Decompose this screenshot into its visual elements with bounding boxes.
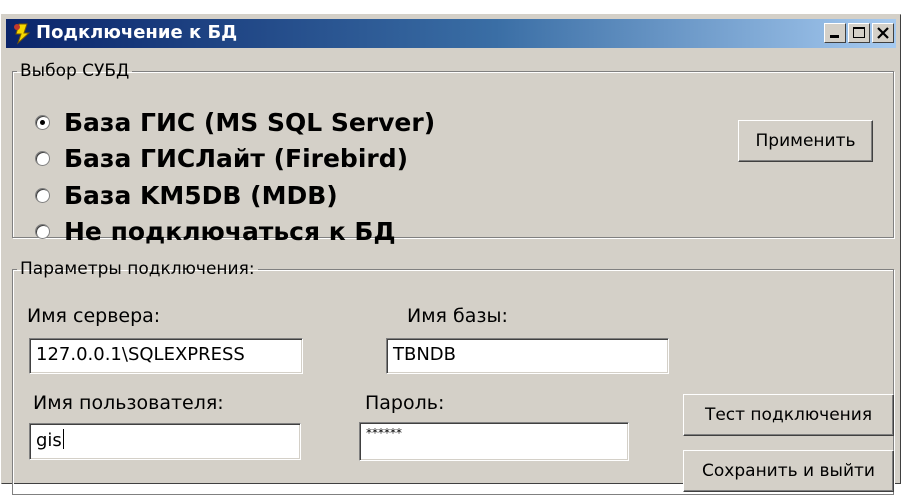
text-caret — [62, 429, 64, 449]
maximize-button[interactable] — [848, 23, 870, 43]
minimize-icon — [830, 35, 839, 38]
username-label: Имя пользователя: — [33, 392, 224, 414]
connection-params-legend: Параметры подключения: — [20, 259, 255, 279]
radio-option-no-connection[interactable]: Не подключаться к БД — [35, 214, 396, 248]
password-value: ****** — [366, 426, 402, 440]
maximize-icon — [853, 27, 865, 38]
radio-button[interactable] — [35, 187, 50, 203]
radio-button[interactable] — [35, 223, 50, 239]
radio-label: База ГИС (MS SQL Server) — [64, 107, 436, 137]
server-name-value: 127.0.0.1\SQLEXPRESS — [36, 344, 245, 365]
username-field[interactable]: gis — [29, 423, 301, 460]
radio-label: Не подключаться к БД — [64, 216, 396, 246]
apply-button[interactable]: Применить — [738, 120, 873, 162]
server-name-label: Имя сервера: — [27, 305, 161, 327]
database-name-value: TBNDB — [393, 344, 457, 365]
dbms-group: Выбор СУБД База ГИС (MS SQL Server) База… — [12, 61, 894, 246]
db-connection-icon — [11, 21, 35, 45]
password-label: Пароль: — [365, 392, 445, 414]
radio-option-km5db-mdb[interactable]: База KM5DB (MDB) — [35, 178, 338, 212]
database-name-field[interactable]: TBNDB — [386, 338, 669, 374]
radio-button[interactable] — [35, 114, 50, 130]
radio-button[interactable] — [35, 150, 50, 166]
test-connection-button[interactable]: Тест подключения — [683, 394, 894, 436]
radio-option-gislite-firebird[interactable]: База ГИСЛайт (Firebird) — [35, 141, 408, 175]
radio-label: База KM5DB (MDB) — [64, 180, 338, 210]
server-name-field[interactable]: 127.0.0.1\SQLEXPRESS — [29, 338, 303, 374]
title-bar[interactable]: Подключение к БД — [6, 19, 896, 48]
radio-option-gis-mssql[interactable]: База ГИС (MS SQL Server) — [35, 105, 435, 139]
close-button[interactable] — [872, 23, 894, 43]
connection-params-group: Параметры подключения: Имя сервера: 127.… — [12, 260, 894, 495]
dialog-window: Подключение к БД Выбор СУБД База ГИС (MS… — [1, 14, 901, 495]
database-name-label: Имя базы: — [407, 305, 508, 327]
window-title: Подключение к БД — [36, 22, 238, 43]
username-value: gis — [36, 430, 62, 451]
close-icon — [876, 25, 890, 44]
password-field[interactable]: ****** — [359, 422, 629, 461]
radio-label: База ГИСЛайт (Firebird) — [64, 143, 409, 173]
dbms-group-legend: Выбор СУБД — [20, 61, 130, 81]
minimize-button[interactable] — [824, 23, 846, 43]
